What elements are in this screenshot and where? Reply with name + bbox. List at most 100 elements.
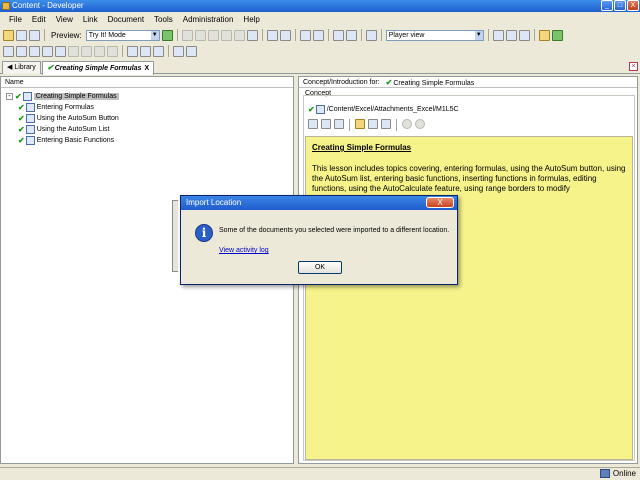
view-mode-select[interactable]: Player view ▼ <box>385 29 484 41</box>
export-icon[interactable] <box>29 45 40 57</box>
close-tab-icon[interactable]: X <box>144 65 149 72</box>
collapse-icon[interactable] <box>299 29 311 41</box>
search-icon[interactable] <box>246 29 258 41</box>
find-icon[interactable] <box>233 29 245 41</box>
toolbar-separator <box>122 45 123 57</box>
close-icon[interactable]: × <box>629 62 638 71</box>
tree-item[interactable]: ✔ Entering Basic Functions <box>6 135 293 146</box>
tab-library[interactable]: ◀ Library <box>2 61 41 74</box>
concept-path: /Content/Excel/Attachments_Excel/M1L5C <box>326 106 459 113</box>
status-text: Online <box>612 469 636 478</box>
move-left-icon[interactable] <box>68 45 79 57</box>
menu-edit[interactable]: Edit <box>27 13 51 26</box>
print-icon[interactable] <box>29 29 40 41</box>
layout-3-icon[interactable] <box>518 29 530 41</box>
cut-icon[interactable] <box>181 29 193 41</box>
open-folder-icon[interactable] <box>3 29 14 41</box>
link-icon[interactable] <box>140 45 151 57</box>
menu-help[interactable]: Help <box>238 13 264 26</box>
menu-document[interactable]: Document <box>103 13 149 26</box>
topic-icon <box>25 103 35 112</box>
expand-icon[interactable] <box>312 29 324 41</box>
unlink-icon[interactable] <box>153 45 164 57</box>
publish-icon[interactable] <box>42 45 53 57</box>
dialog-title: Import Location <box>186 198 242 207</box>
layout-1-icon[interactable] <box>492 29 504 41</box>
pencil-icon[interactable] <box>355 119 365 129</box>
check-icon: ✔ <box>18 136 25 145</box>
toolbar-separator <box>380 29 382 41</box>
outline-icon[interactable] <box>127 45 138 57</box>
check-icon: ✔ <box>15 92 22 101</box>
remove-icon[interactable] <box>402 119 412 129</box>
refresh-icon[interactable] <box>551 29 563 41</box>
outline-tree: - ✔ Creating Simple Formulas ✔ Entering … <box>1 88 293 146</box>
tree-item[interactable]: ✔ Using the AutoSum Button <box>6 113 293 124</box>
copy-icon[interactable] <box>194 29 206 41</box>
dialog-message: Some of the documents you selected were … <box>219 227 450 234</box>
connection-status: Online <box>599 469 636 478</box>
preview-label: Preview: <box>51 30 82 40</box>
attachment-icon[interactable] <box>173 45 184 57</box>
check-in-icon[interactable] <box>55 45 66 57</box>
layout-2-icon[interactable] <box>505 29 517 41</box>
preview-mode-select[interactable]: Try It! Mode ▼ <box>85 29 160 41</box>
check-icon: ✔ <box>308 105 315 114</box>
move-up-icon[interactable] <box>94 45 105 57</box>
ok-button[interactable]: OK <box>298 261 342 274</box>
check-icon: ✔ <box>18 103 25 112</box>
new-document-icon[interactable] <box>3 45 14 57</box>
toolbar-separator <box>349 119 350 131</box>
chevron-down-icon: ▼ <box>150 30 159 40</box>
move-down-icon[interactable] <box>107 45 118 57</box>
dialog-titlebar: Import Location X <box>181 196 457 210</box>
network-icon <box>599 469 610 478</box>
cancel-icon[interactable] <box>415 119 425 129</box>
collapse-toggle-icon[interactable]: - <box>6 93 13 100</box>
topic-icon <box>25 136 35 145</box>
tab-creating-simple-formulas[interactable]: ✔Creating Simple Formulas X <box>42 61 155 75</box>
move-right-icon[interactable] <box>81 45 92 57</box>
menu-link[interactable]: Link <box>78 13 103 26</box>
redo-icon[interactable] <box>279 29 291 41</box>
preview-icon[interactable] <box>381 119 391 129</box>
menu-file[interactable]: File <box>4 13 27 26</box>
create-page-icon[interactable] <box>321 119 331 129</box>
view-activity-log-link[interactable]: View activity log <box>219 247 269 254</box>
help-icon[interactable] <box>365 29 377 41</box>
toolbar-separator <box>261 29 263 41</box>
tree-item-root[interactable]: - ✔ Creating Simple Formulas <box>6 91 293 102</box>
toolbar-separator <box>294 29 296 41</box>
check-icon: ✔ <box>18 125 25 134</box>
import-icon[interactable] <box>16 45 27 57</box>
menu-view[interactable]: View <box>51 13 78 26</box>
main-toolbar: Preview: Try It! Mode ▼ Player view ▼ <box>0 28 640 42</box>
delete-icon[interactable] <box>220 29 232 41</box>
tab-outline-label: Creating Simple Formulas <box>54 65 142 72</box>
save-icon[interactable] <box>16 29 27 41</box>
minimize-button[interactable]: _ <box>601 0 613 11</box>
concept-content[interactable]: Creating Simple Formulas This lesson inc… <box>305 136 633 460</box>
toolbar-separator <box>487 29 489 41</box>
maximize-button[interactable]: □ <box>614 0 626 11</box>
close-window-button[interactable]: X <box>627 0 639 11</box>
concept-path-row: ✔ /Content/Excel/Attachments_Excel/M1L5C <box>308 105 459 114</box>
preview-go-icon[interactable] <box>161 29 173 41</box>
menu-administration[interactable]: Administration <box>178 13 239 26</box>
related-icon[interactable] <box>186 45 197 57</box>
tree-item[interactable]: ✔ Using the AutoSum List <box>6 124 293 135</box>
menu-tools[interactable]: Tools <box>149 13 178 26</box>
binoculars-icon[interactable] <box>332 29 344 41</box>
menu-bar: File Edit View Link Document Tools Admin… <box>0 13 640 26</box>
undo-icon[interactable] <box>266 29 278 41</box>
spellcheck-icon[interactable] <box>345 29 357 41</box>
edit-page-icon[interactable] <box>334 119 344 129</box>
settings-icon[interactable] <box>368 119 378 129</box>
paste-icon[interactable] <box>207 29 219 41</box>
topic-icon <box>25 125 35 134</box>
toolbar-separator <box>360 29 362 41</box>
properties-icon[interactable] <box>538 29 550 41</box>
dialog-close-button[interactable]: X <box>426 197 454 208</box>
link-icon[interactable] <box>308 119 318 129</box>
tree-item[interactable]: ✔ Entering Formulas <box>6 102 293 113</box>
